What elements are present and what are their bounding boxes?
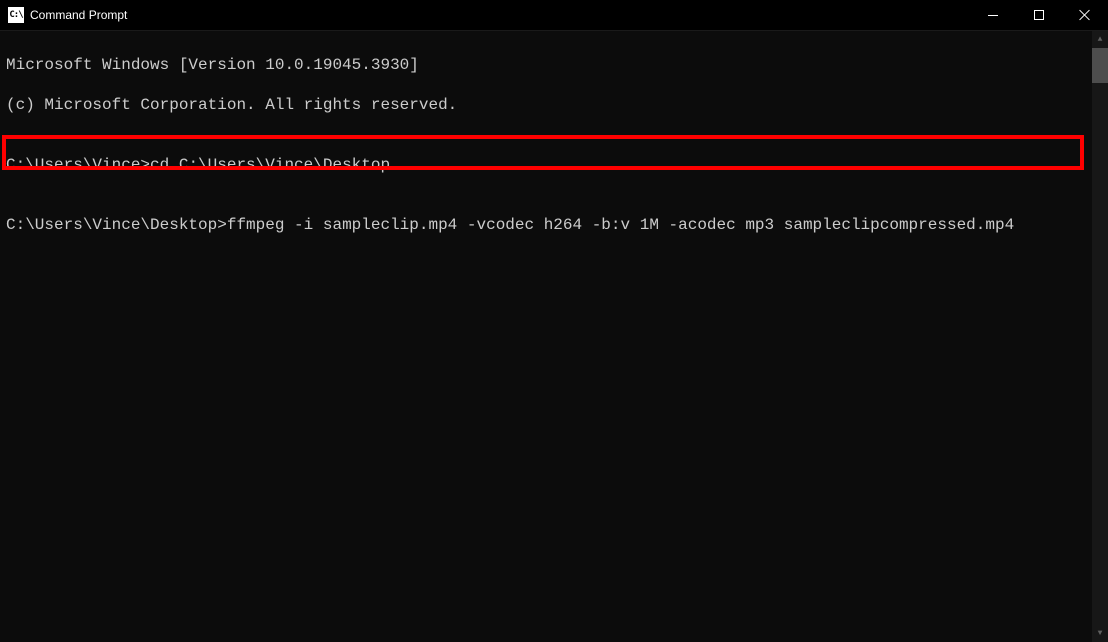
prompt-2: C:\Users\Vince\Desktop> xyxy=(6,216,227,234)
minimize-icon xyxy=(988,15,998,16)
scroll-up-arrow-icon[interactable]: ▲ xyxy=(1092,31,1108,48)
window-title: Command Prompt xyxy=(30,8,127,22)
command-text-2: ffmpeg -i sampleclip.mp4 -vcodec h264 -b… xyxy=(227,216,1014,234)
titlebar-left: C:\ Command Prompt xyxy=(8,7,127,23)
terminal-output[interactable]: Microsoft Windows [Version 10.0.19045.39… xyxy=(0,31,1108,259)
command-line-1: C:\Users\Vince>cd C:\Users\Vince\Desktop xyxy=(6,155,1102,175)
command-line-2: C:\Users\Vince\Desktop>ffmpeg -i samplec… xyxy=(6,215,1102,235)
window-controls xyxy=(970,0,1108,30)
prompt-1: C:\Users\Vince> xyxy=(6,156,150,174)
close-icon xyxy=(1079,9,1091,21)
maximize-icon xyxy=(1034,10,1044,20)
scroll-thumb[interactable] xyxy=(1092,48,1108,83)
command-text-1: cd C:\Users\Vince\Desktop xyxy=(150,156,390,174)
minimize-button[interactable] xyxy=(970,0,1016,30)
vertical-scrollbar[interactable]: ▲ ▼ xyxy=(1092,31,1108,642)
maximize-button[interactable] xyxy=(1016,0,1062,30)
cmd-prompt-icon: C:\ xyxy=(8,7,24,23)
version-line: Microsoft Windows [Version 10.0.19045.39… xyxy=(6,55,1102,75)
titlebar: C:\ Command Prompt xyxy=(0,0,1108,31)
scroll-down-arrow-icon[interactable]: ▼ xyxy=(1092,625,1108,642)
close-button[interactable] xyxy=(1062,0,1108,30)
copyright-line: (c) Microsoft Corporation. All rights re… xyxy=(6,95,1102,115)
